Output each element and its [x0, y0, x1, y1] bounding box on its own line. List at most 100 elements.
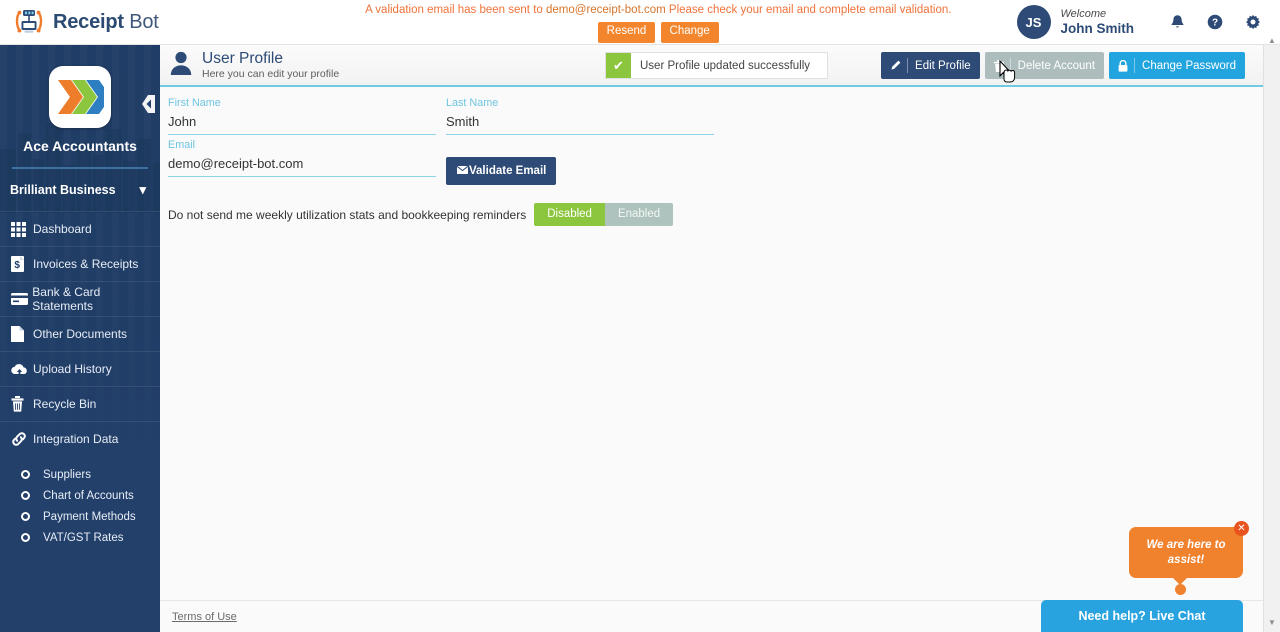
chevron-down-icon: ▾ [139, 182, 146, 197]
page-actions: Edit Profile Delete Account Change Passw… [881, 52, 1245, 79]
validate-email-wrap: Validate Email [446, 135, 557, 185]
sidebar-item-bank-card-statements[interactable]: Bank & Card Statements [0, 281, 160, 316]
top-header-bar: Receipt Bot A validation email has been … [0, 0, 1280, 45]
delete-account-button[interactable]: Delete Account [984, 52, 1105, 79]
trash-icon [993, 59, 1004, 72]
change-password-button[interactable]: Change Password [1109, 52, 1245, 79]
sidebar-item-dashboard[interactable]: Dashboard [0, 211, 160, 246]
user-area: JS Welcome John Smith ? [1016, 5, 1280, 39]
cloud-upload-icon [11, 363, 33, 376]
credit-card-icon [11, 293, 32, 305]
brand-name-light: Bot [123, 10, 159, 33]
button-label: Edit Profile [915, 59, 971, 72]
page-subtitle: Here you can edit your profile [202, 68, 340, 81]
notification-toggle-row: Do not send me weekly utilization stats … [164, 185, 1263, 226]
trash-bin-icon [11, 396, 33, 412]
chat-bubble-line2: assist! [1167, 553, 1205, 566]
name-row: First Name Last Name [164, 93, 1263, 135]
envelope-icon [456, 164, 469, 178]
chat-bubble-dot [1175, 584, 1186, 595]
email-validation-notice: A validation email has been sent to demo… [300, 1, 1017, 43]
edit-profile-button[interactable]: Edit Profile [881, 52, 980, 79]
sidebar-item-label: Upload History [33, 362, 112, 376]
bell-icon[interactable] [1164, 14, 1190, 31]
button-separator [1009, 58, 1011, 73]
chat-promo-bubble[interactable]: We are here to assist! ✕ [1129, 521, 1249, 595]
button-label: Validate Email [469, 165, 547, 177]
radio-bullet-icon [21, 512, 30, 521]
sidebar-item-recycle-bin[interactable]: Recycle Bin [0, 386, 160, 421]
page-scrollbar[interactable]: ▲ ▼ [1263, 36, 1280, 632]
profile-form: First Name Last Name Email [160, 87, 1263, 226]
scroll-up-arrow[interactable]: ▲ [1264, 32, 1280, 48]
toast-message: User Profile updated successfully [640, 59, 811, 72]
app-root: Receipt Bot A validation email has been … [0, 0, 1280, 632]
collapse-sidebar-icon[interactable] [142, 95, 156, 113]
validation-email-link[interactable]: demo@receipt-bot.com [546, 4, 666, 16]
lock-icon [1118, 59, 1128, 72]
main-content: User Profile Here you can edit your prof… [160, 45, 1263, 632]
status-toast: ✔ User Profile updated successfully [605, 52, 828, 79]
terms-of-use-link[interactable]: Terms of Use [172, 611, 237, 623]
button-separator [1134, 58, 1136, 73]
toggle-disabled-button[interactable]: Disabled [534, 203, 605, 226]
sidebar-item-payment-methods[interactable]: Payment Methods [0, 506, 160, 527]
invoice-document-icon: $ [11, 256, 33, 272]
notification-toggle-label: Do not send me weekly utilization stats … [168, 207, 527, 222]
close-icon[interactable]: ✕ [1234, 521, 1249, 537]
page-header: User Profile Here you can edit your prof… [160, 45, 1263, 87]
sidebar-item-suppliers[interactable]: Suppliers [0, 464, 160, 485]
radio-bullet-icon [21, 533, 30, 542]
chat-bubble-line1: We are here to [1146, 539, 1226, 552]
sidebar-item-vat-gst-rates[interactable]: VAT/GST Rates [0, 527, 160, 548]
user-avatar-icon [169, 50, 195, 81]
brand-name: Receipt Bot [53, 11, 159, 34]
welcome-block[interactable]: Welcome John Smith [1061, 8, 1135, 36]
last-name-label: Last Name [446, 97, 499, 109]
validation-text-line: A validation email has been sent to demo… [300, 3, 1017, 19]
sidebar-item-other-documents[interactable]: Other Documents [0, 316, 160, 351]
email-label: Email [168, 139, 195, 151]
company-logo-wrap [0, 45, 160, 128]
sidebar-subitem-label: Chart of Accounts [43, 489, 134, 502]
validate-email-button[interactable]: Validate Email [446, 157, 557, 185]
last-name-field-wrap: Last Name [446, 93, 714, 135]
live-chat-bar[interactable]: Need help? Live Chat [1041, 600, 1243, 632]
grid-dashboard-icon [11, 221, 33, 237]
first-name-label: First Name [168, 97, 221, 109]
sidebar-item-upload-history[interactable]: Upload History [0, 351, 160, 386]
svg-text:?: ? [1212, 18, 1218, 29]
first-name-input[interactable] [168, 112, 436, 135]
change-email-button[interactable]: Change [660, 22, 719, 43]
sidebar-subitem-label: VAT/GST Rates [43, 531, 124, 544]
avatar[interactable]: JS [1016, 5, 1051, 39]
gear-icon[interactable] [1240, 14, 1266, 30]
help-circle-icon[interactable]: ? [1202, 14, 1228, 30]
sidebar-item-chart-of-accounts[interactable]: Chart of Accounts [0, 485, 160, 506]
radio-bullet-icon [21, 491, 30, 500]
sidebar-item-label: Integration Data [33, 432, 119, 446]
sidebar-item-label: Other Documents [33, 327, 128, 341]
sidebar-item-label: Invoices & Receipts [33, 257, 139, 271]
business-name: Brilliant Business [10, 183, 116, 197]
sidebar-subitem-label: Suppliers [43, 468, 91, 481]
last-name-input[interactable] [446, 112, 714, 135]
business-selector[interactable]: Brilliant Business ▾ [0, 169, 160, 211]
sidebar-subitem-label: Payment Methods [43, 510, 136, 523]
file-document-icon [11, 326, 33, 342]
radio-bullet-icon [21, 470, 30, 479]
scroll-down-arrow[interactable]: ▼ [1264, 614, 1280, 630]
button-separator [907, 58, 909, 73]
sidebar-item-invoices-receipts[interactable]: $ Invoices & Receipts [0, 246, 160, 281]
button-label: Change Password [1142, 59, 1236, 72]
email-input[interactable] [168, 154, 436, 177]
validation-prefix: A validation email has been sent to [365, 4, 546, 17]
user-name: John Smith [1060, 20, 1135, 36]
resend-button[interactable]: Resend [597, 22, 656, 43]
brand-logo-area[interactable]: Receipt Bot [0, 6, 300, 38]
sidebar-item-integration-data[interactable]: Integration Data [0, 421, 160, 456]
toggle-enabled-button[interactable]: Enabled [604, 203, 674, 226]
sidebar: Ace Accountants Brilliant Business ▾ Das… [0, 45, 160, 632]
company-name: Ace Accountants [23, 138, 137, 154]
sidebar-item-label: Dashboard [33, 222, 92, 236]
